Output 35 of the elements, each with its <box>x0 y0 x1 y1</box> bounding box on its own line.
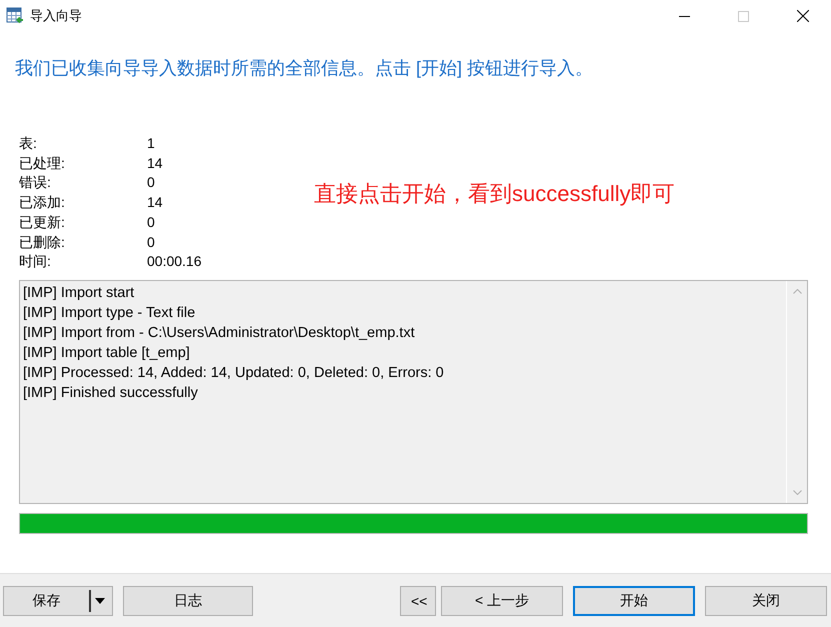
stat-value: 1 <box>147 134 156 153</box>
log-line: [IMP] Finished successfully <box>23 384 199 403</box>
wizard-button[interactable]: << <box>400 586 436 616</box>
stat-label: 已删除: <box>19 232 66 252</box>
stat-value: 14 <box>147 193 164 212</box>
log-line: [IMP] Import start <box>23 284 136 303</box>
wizard-button[interactable]: 关闭 <box>705 586 827 616</box>
scroll-down-icon[interactable] <box>792 490 802 495</box>
wizard-button[interactable]: < 上一步 <box>441 586 563 616</box>
stat-value: 14 <box>147 154 164 173</box>
table-import-icon <box>6 7 24 25</box>
window-title: 导入向导 <box>30 7 82 25</box>
log-line: [IMP] Import table [t_emp] <box>23 344 191 363</box>
log-line: [IMP] Import type - Text file <box>23 304 196 323</box>
caret-icon <box>89 590 108 612</box>
save-split-button[interactable]: 保存 <box>3 586 113 616</box>
stat-label: 已添加: <box>19 193 66 212</box>
close-icon[interactable] <box>797 10 809 22</box>
stat-value: 0 <box>147 212 156 232</box>
log-line: [IMP] Processed: 14, Added: 14, Updated: 0, Deleted: 0, Errors: 0 <box>23 364 445 383</box>
wizard-button[interactable]: 开始 <box>573 586 695 616</box>
wizard-button[interactable]: 日志 <box>123 586 253 616</box>
log-line: [IMP] Import from - C:\Users\Administrator\Desktop\t_emp.txt <box>23 324 416 343</box>
stat-value: 00:00.16 <box>147 252 202 272</box>
wizard-heading: 我们已收集向导导入数据时所需的全部信息。点击 [开始] 按钮进行导入。 <box>15 57 594 80</box>
stat-label: 已处理: <box>19 154 66 173</box>
stat-label: 已更新: <box>19 212 66 232</box>
stat-value: 0 <box>147 232 156 252</box>
stat-label: 时间: <box>19 252 52 272</box>
annotation-text: 直接点击开始，看到successfully即可 <box>314 180 675 208</box>
stat-label: 表: <box>19 134 38 153</box>
stat-value: 0 <box>147 173 156 192</box>
maximize-icon[interactable] <box>738 10 749 22</box>
scroll-up-icon[interactable] <box>792 288 802 294</box>
stat-label: 错误: <box>19 173 52 192</box>
